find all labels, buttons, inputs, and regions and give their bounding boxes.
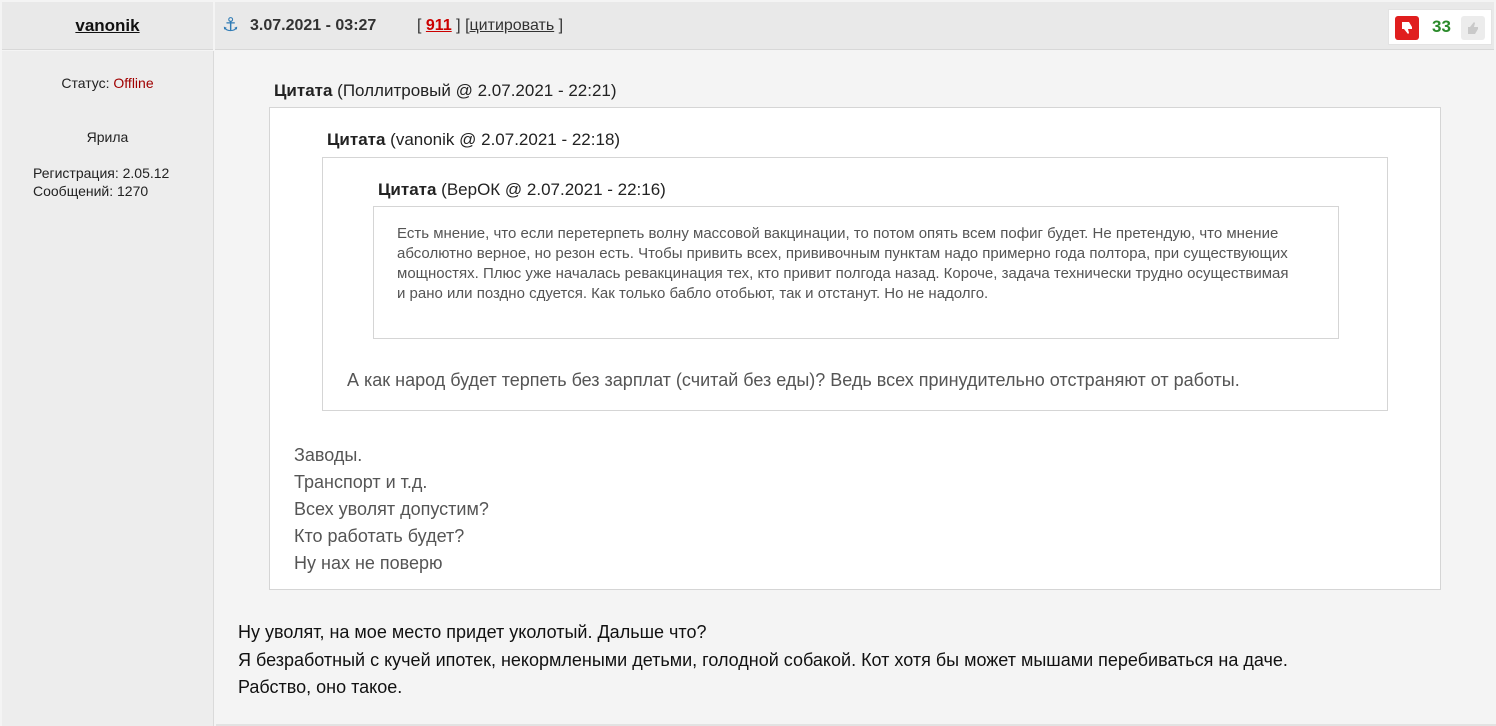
quote-meta: (vanonik @ 2.07.2021 - 22:18)	[385, 130, 621, 149]
quote-line: Всех уволят допустим?	[294, 499, 489, 519]
quote-header-3: Цитата (ВерОК @ 2.07.2021 - 22:16)	[378, 180, 666, 200]
post-date: 3.07.2021 - 03:27	[250, 17, 377, 34]
post-author-cell: vanonik	[2, 2, 213, 50]
quote-text-3: Есть мнение, что если перетерпеть волну …	[397, 225, 1289, 302]
quote-label: Цитата	[274, 81, 333, 100]
author-link[interactable]: vanonik	[75, 16, 139, 36]
quote-box-3: Есть мнение, что если перетерпеть волну …	[373, 206, 1339, 339]
quote-meta: (Поллитровый @ 2.07.2021 - 22:21)	[332, 81, 617, 100]
message-body: Ну уволят, на мое место придет уколотый.…	[238, 619, 1288, 702]
bracket: [	[417, 17, 422, 34]
anchor-icon[interactable]: ⚓	[222, 16, 239, 35]
user-status: Статус: Offline	[2, 75, 213, 91]
quote-line: Транспорт и т.д.	[294, 472, 428, 492]
rating-widget: 33	[1388, 9, 1492, 45]
quote-text-2: А как народ будет терпеть без зарплат (с…	[347, 370, 1240, 390]
thumbs-up-icon[interactable]	[1461, 16, 1485, 40]
status-value: Offline	[113, 75, 154, 91]
post-content: Цитата (Поллитровый @ 2.07.2021 - 22:21)…	[216, 51, 1496, 726]
quote-label: Цитата	[327, 130, 386, 149]
quote-meta: (ВерОК @ 2.07.2021 - 22:16)	[436, 180, 666, 199]
quote-line: Заводы.	[294, 445, 363, 465]
message-line: Я безработный с кучей ипотек, некормлены…	[238, 649, 1288, 670]
quote-link[interactable]: цитировать	[470, 17, 555, 34]
registration-date: Регистрация: 2.05.12	[33, 165, 170, 181]
rating-score: 33	[1432, 17, 1451, 36]
forum-post: vanonik ⚓ 3.07.2021 - 03:27 [ 911 ] [цит…	[0, 0, 1496, 726]
quote-text-1: Заводы. Транспорт и т.д. Всех уволят доп…	[294, 442, 489, 577]
message-line: Ну уволят, на мое место придет уколотый.…	[238, 622, 707, 642]
user-rank: Ярила	[86, 129, 129, 145]
thumbs-down-icon[interactable]	[1395, 16, 1419, 40]
user-sidebar: Статус: Offline Ярила Регистрация: 2.05.…	[2, 51, 214, 726]
quote-line: Ну нах не поверю	[294, 553, 443, 573]
status-label: Статус:	[61, 75, 114, 91]
quote-header-1: Цитата (Поллитровый @ 2.07.2021 - 22:21)	[274, 81, 617, 101]
message-line: Рабство, оно такое.	[238, 677, 403, 697]
quote-box-2: Цитата (ВерОК @ 2.07.2021 - 22:16) Есть …	[322, 157, 1388, 411]
message-count: Сообщений: 1270	[33, 183, 149, 199]
bracket: ]	[558, 17, 564, 34]
post-links: [ 911 ] [цитировать ]	[417, 17, 563, 35]
quote-header-2: Цитата (vanonik @ 2.07.2021 - 22:18)	[327, 130, 620, 150]
bracket: ] [	[456, 17, 470, 34]
quote-label: Цитата	[378, 180, 437, 199]
quote-line: Кто работать будет?	[294, 526, 465, 546]
post-number-link[interactable]: 911	[426, 17, 452, 34]
post-header: ⚓ 3.07.2021 - 03:27 [ 911 ] [цитировать …	[215, 2, 1494, 50]
quote-box-1: Цитата (vanonik @ 2.07.2021 - 22:18) Цит…	[269, 107, 1441, 590]
